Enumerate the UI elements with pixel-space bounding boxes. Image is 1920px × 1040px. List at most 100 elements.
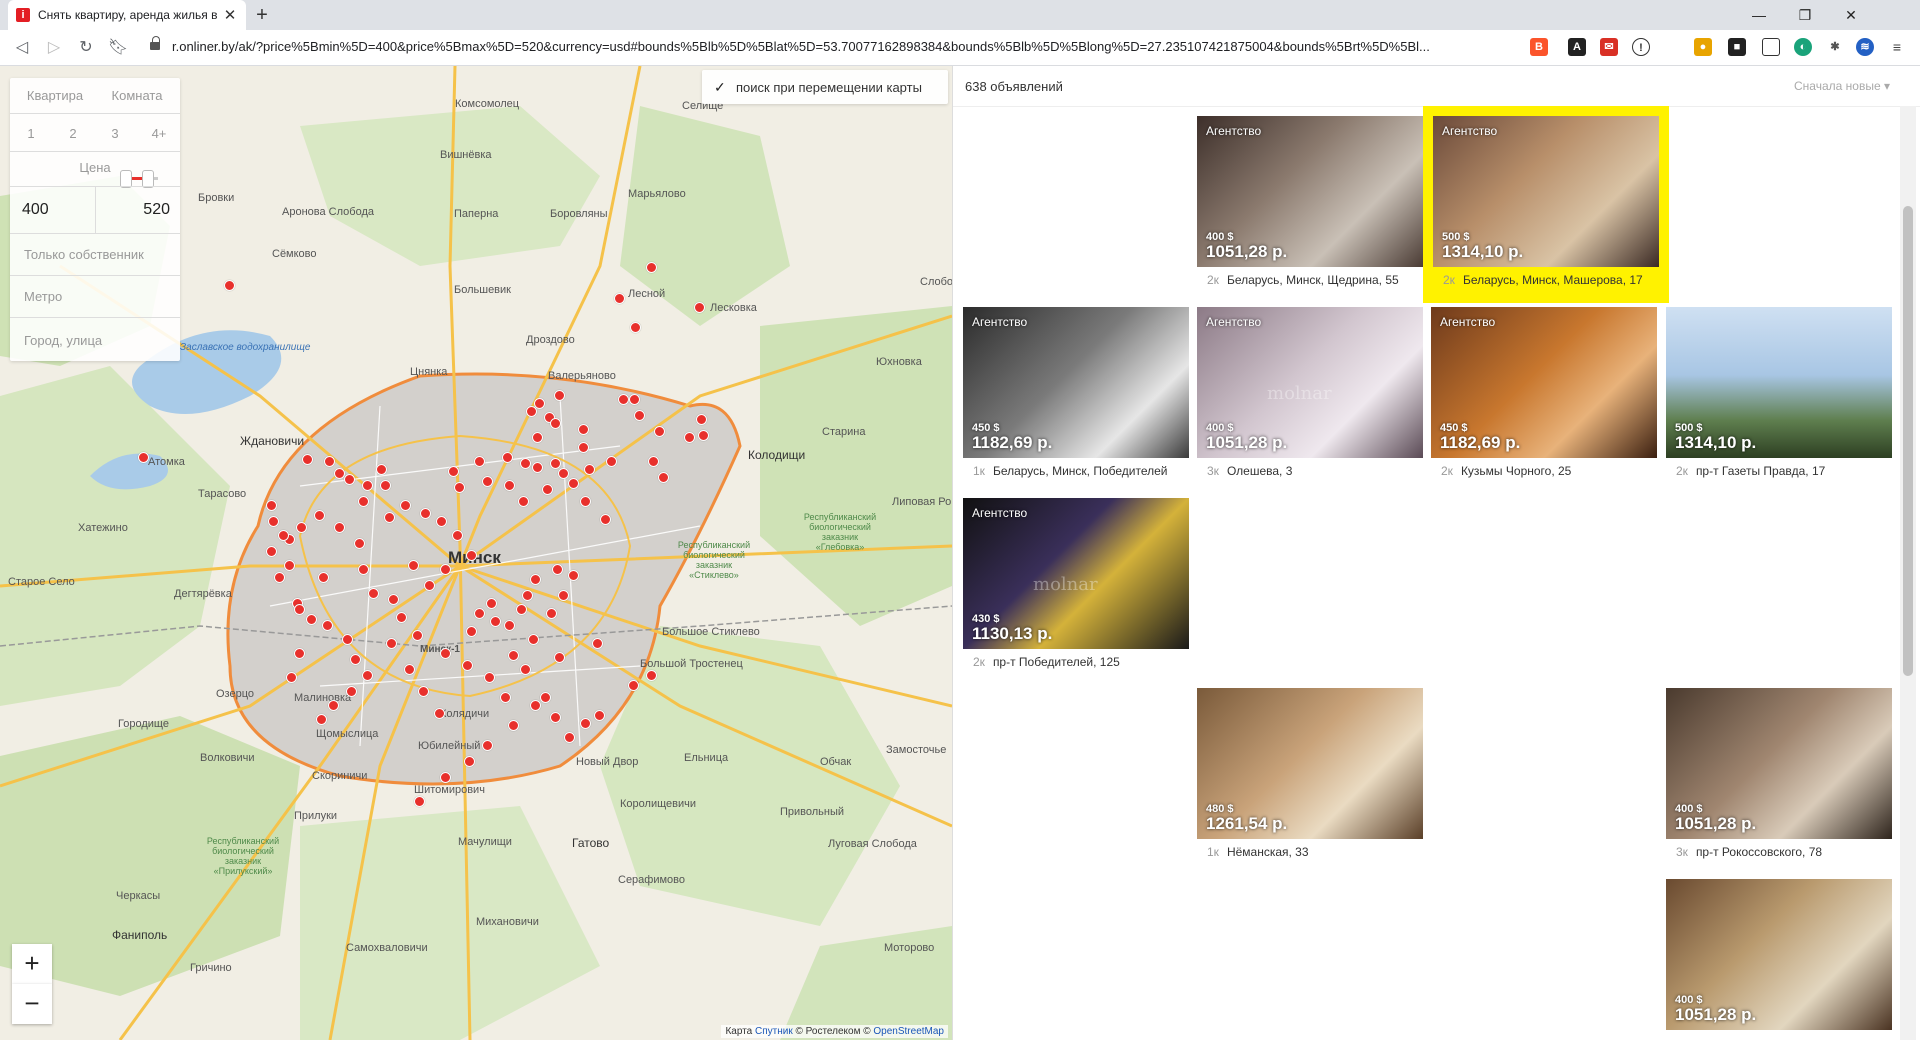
listing-map-marker[interactable] [584,464,595,475]
type-flat-option[interactable]: Квартира [20,88,90,103]
listing-map-marker[interactable] [448,466,459,477]
listing-photo[interactable]: molnar Агентство 400 $1051,28 р. [1197,307,1423,458]
listing-card[interactable]: molnar Агентство 430 $1130,13 р. 2к пр-т Поб… [963,498,1189,675]
listing-map-marker[interactable] [294,648,305,659]
map[interactable]: Комсомолец Селище Вишнёвка Марьялово Бро… [0,66,952,1040]
listing-map-marker[interactable] [466,550,477,561]
sort-dropdown[interactable]: Сначала новые ▾ [1794,79,1890,93]
listing-map-marker[interactable] [464,756,475,767]
listing-map-marker[interactable] [274,572,285,583]
rooms-4plus-option[interactable]: 4+ [146,126,172,141]
listing-card[interactable]: Агентство 400 $1051,28 р. 2к Беларусь, Минс… [1197,116,1423,293]
listing-photo[interactable]: 400 $1051,28 р. [1666,879,1892,1030]
address-bar[interactable]: r.onliner.by/ak/?price%5Bmin%5D=400&pric… [172,39,1512,54]
listing-map-marker[interactable] [540,692,551,703]
extension-counter-icon[interactable]: ■ [1728,38,1746,56]
listing-map-marker[interactable] [550,458,561,469]
listing-map-marker[interactable] [386,638,397,649]
listing-map-marker[interactable] [294,604,305,615]
listing-map-marker[interactable] [440,648,451,659]
listing-photo[interactable]: molnar Агентство 430 $1130,13 р. [963,498,1189,649]
listing-map-marker[interactable] [606,456,617,467]
listing-map-marker[interactable] [684,432,695,443]
listing-map-marker[interactable] [358,496,369,507]
metro-select[interactable]: Метро [24,289,62,304]
listing-map-marker[interactable] [380,480,391,491]
extensions-puzzle-icon[interactable]: ✱ [1826,38,1844,56]
rooms-3-option[interactable]: 3 [104,126,126,141]
listing-map-marker[interactable] [404,664,415,675]
listing-address[interactable]: Беларусь, Минск, Машерова, 17 [1463,273,1643,287]
listing-address[interactable]: Беларусь, Минск, Щедрина, 55 [1227,273,1399,287]
listing-map-marker[interactable] [462,660,473,671]
listing-map-marker[interactable] [696,414,707,425]
listing-map-marker[interactable] [552,564,563,575]
listing-map-marker[interactable] [368,588,379,599]
listing-map-marker[interactable] [138,452,149,463]
listing-map-marker[interactable] [520,664,531,675]
search-on-move-toggle[interactable]: ✓ поиск при перемещении карты [702,70,948,104]
listing-map-marker[interactable] [508,650,519,661]
mail-extension-icon[interactable]: ✉ [1600,38,1618,56]
listing-map-marker[interactable] [322,620,333,631]
listing-map-marker[interactable] [376,464,387,475]
listing-map-marker[interactable] [346,686,357,697]
listing-map-marker[interactable] [654,426,665,437]
listing-map-marker[interactable] [532,432,543,443]
attribution-osm-link[interactable]: OpenStreetMap [873,1026,944,1037]
listing-map-marker[interactable] [268,516,279,527]
listing-map-marker[interactable] [546,608,557,619]
listing-address[interactable]: пр-т Газеты Правда, 17 [1696,464,1825,478]
listing-map-marker[interactable] [630,322,641,333]
extension-square-icon[interactable] [1762,38,1780,56]
listing-map-marker[interactable] [580,496,591,507]
listing-address[interactable]: Олешева, 3 [1227,464,1292,478]
listing-map-marker[interactable] [554,652,565,663]
city-street-input[interactable]: Город, улица [24,333,102,348]
listing-map-marker[interactable] [648,456,659,467]
listing-map-marker[interactable] [482,476,493,487]
listing-map-marker[interactable] [424,580,435,591]
listing-map-marker[interactable] [324,456,335,467]
listing-map-marker[interactable] [452,530,463,541]
listing-map-marker[interactable] [388,594,399,605]
listing-map-marker[interactable] [568,570,579,581]
window-close-icon[interactable]: ✕ [1828,0,1874,30]
listing-address[interactable]: пр-т Победителей, 125 [993,655,1120,669]
attribution-sputnik-link[interactable]: Спутник [755,1026,793,1037]
listing-map-marker[interactable] [224,280,235,291]
listing-map-marker[interactable] [504,480,515,491]
listing-map-marker[interactable] [440,772,451,783]
listing-map-marker[interactable] [396,612,407,623]
listing-map-marker[interactable] [550,418,561,429]
listing-map-marker[interactable] [618,394,629,405]
listing-map-marker[interactable] [628,680,639,691]
listing-map-marker[interactable] [558,590,569,601]
listing-map-marker[interactable] [532,462,543,473]
rooms-1-option[interactable]: 1 [20,126,42,141]
listing-card[interactable]: molnar Агентство 400 $1051,28 р. 3к Олешева,… [1197,307,1423,484]
listing-map-marker[interactable] [318,572,329,583]
listing-map-marker[interactable] [266,546,277,557]
price-max-input[interactable]: 520 [143,201,170,219]
listing-map-marker[interactable] [580,718,591,729]
listing-map-marker[interactable] [358,564,369,575]
listing-photo[interactable]: 500 $1314,10 р. [1666,307,1892,458]
listing-map-marker[interactable] [328,700,339,711]
listing-map-marker[interactable] [698,430,709,441]
listing-photo[interactable]: Агентство 450 $1182,69 р. [963,307,1189,458]
type-room-option[interactable]: Комната [102,88,172,103]
listing-map-marker[interactable] [454,482,465,493]
listing-map-marker[interactable] [504,620,515,631]
listing-map-marker[interactable] [466,626,477,637]
listing-map-marker[interactable] [568,478,579,489]
listing-map-marker[interactable] [334,522,345,533]
listing-map-marker[interactable] [350,654,361,665]
forward-icon[interactable]: ▷ [42,36,66,60]
listing-map-marker[interactable] [502,452,513,463]
listing-map-marker[interactable] [474,608,485,619]
listing-map-marker[interactable] [474,456,485,467]
listing-map-marker[interactable] [558,468,569,479]
listing-map-marker[interactable] [344,474,355,485]
tab-close-icon[interactable]: ✕ [222,6,238,24]
